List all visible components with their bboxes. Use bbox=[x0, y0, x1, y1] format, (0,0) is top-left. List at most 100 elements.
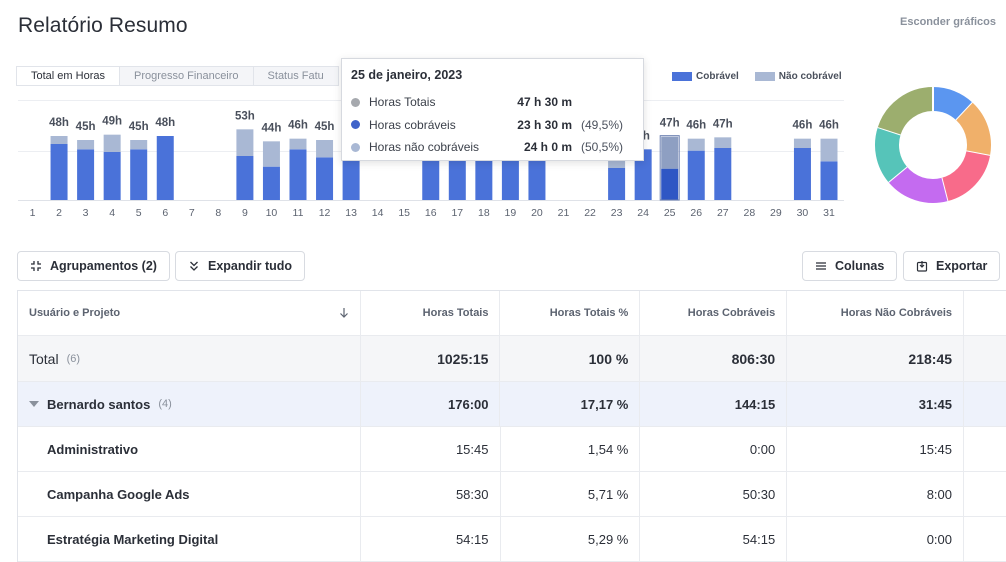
spacer-cell bbox=[964, 427, 1006, 471]
bar-total-label: 46h bbox=[686, 120, 706, 132]
x-tick-label: 11 bbox=[293, 207, 304, 219]
x-tick-label: 21 bbox=[558, 207, 570, 219]
x-tick-label: 10 bbox=[266, 207, 278, 219]
total-hours-cell: 54:15 bbox=[361, 517, 501, 561]
chart-legend: Cobrável Não cobrável bbox=[672, 71, 858, 82]
billable-hours-cell: 144:15 bbox=[640, 382, 788, 426]
column-header-total-hours-percent[interactable]: Horas Totais % bbox=[500, 291, 641, 335]
tooltip-dot-non-billable bbox=[351, 142, 360, 152]
table-group-row[interactable]: Bernardo santos (4) 176:00 17,17 % 144:1… bbox=[18, 382, 1006, 427]
legend-item-non-billable[interactable]: Não cobrável bbox=[754, 71, 842, 82]
table-row[interactable]: Estratégia Marketing Digital 54:15 5,29 … bbox=[18, 517, 1006, 562]
x-tick-label: 3 bbox=[83, 207, 89, 219]
table-row[interactable]: Campanha Google Ads 58:30 5,71 % 50:30 8… bbox=[18, 472, 1006, 517]
x-tick-label: 15 bbox=[398, 207, 410, 219]
export-icon bbox=[916, 261, 928, 272]
group-label-cell[interactable]: Bernardo santos (4) bbox=[18, 382, 361, 426]
x-tick-label: 28 bbox=[744, 207, 756, 219]
donut-slice[interactable] bbox=[955, 102, 991, 156]
project-name-cell: Estratégia Marketing Digital bbox=[18, 517, 361, 561]
spacer-cell bbox=[964, 336, 1006, 381]
groupings-button[interactable]: Agrupamentos (2) bbox=[17, 251, 170, 281]
bar-total-label: 46h bbox=[819, 120, 839, 132]
non-billable-hours-cell: 0:00 bbox=[787, 517, 965, 561]
bar-total-label: 53h bbox=[235, 110, 255, 122]
bar-total-label: 47h bbox=[660, 118, 680, 130]
bar-non-billable bbox=[820, 138, 838, 162]
table-header-row: Usuário e Projeto Horas Totais Horas Tot… bbox=[18, 291, 1006, 336]
chart-tooltip: 25 de janeiro, 2023 Horas Totais 47 h 30… bbox=[341, 58, 644, 161]
x-tick-label: 4 bbox=[109, 207, 115, 219]
x-tick-label: 9 bbox=[242, 207, 248, 219]
tooltip-row-non-billable: Horas não cobráveis 24 h 0 m (50,5%) bbox=[351, 136, 634, 159]
column-header-non-billable-hours[interactable]: Horas Não Cobráveis bbox=[787, 291, 965, 335]
menu-lines-icon bbox=[816, 262, 826, 270]
non-billable-hours-cell: 218:45 bbox=[787, 336, 965, 381]
billable-hours-cell: 54:15 bbox=[640, 517, 788, 561]
project-name-cell: Administrativo bbox=[18, 427, 361, 471]
bar-non-billable bbox=[687, 138, 705, 151]
non-billable-hours-cell: 15:45 bbox=[787, 427, 965, 471]
x-tick-label: 8 bbox=[215, 207, 221, 219]
sort-arrow-down-icon[interactable] bbox=[339, 307, 349, 319]
total-label-cell: Total (6) bbox=[18, 336, 361, 381]
hours-donut-chart bbox=[875, 87, 991, 203]
donut-slice[interactable] bbox=[932, 87, 973, 121]
table-row[interactable]: Administrativo 15:45 1,54 % 0:00 15:45 bbox=[18, 427, 1006, 472]
expand-all-button[interactable]: Expandir tudo bbox=[175, 251, 306, 281]
donut-slice[interactable] bbox=[940, 150, 990, 202]
bar-total-label: 48h bbox=[155, 117, 175, 129]
columns-button[interactable]: Colunas bbox=[802, 251, 898, 281]
x-tick-label: 18 bbox=[478, 207, 490, 219]
bar-total-label: 48h bbox=[49, 117, 69, 129]
export-button[interactable]: Exportar bbox=[903, 251, 1001, 281]
tooltip-label: Horas não cobráveis bbox=[369, 140, 480, 155]
bar-billable bbox=[289, 149, 307, 200]
bar-non-billable bbox=[236, 129, 254, 156]
bar-non-billable bbox=[793, 138, 811, 148]
bar-billable bbox=[820, 161, 838, 200]
page-title: Relatório Resumo bbox=[18, 14, 188, 37]
total-hours-percent-cell: 1,54 % bbox=[501, 427, 641, 471]
non-billable-hours-cell: 8:00 bbox=[787, 472, 965, 516]
donut-slice[interactable] bbox=[875, 127, 908, 182]
x-tick-label: 14 bbox=[372, 207, 384, 219]
bar-total-label: 45h bbox=[76, 121, 96, 133]
bar-non-billable bbox=[714, 137, 732, 148]
column-header-user-project[interactable]: Usuário e Projeto bbox=[18, 291, 361, 335]
tab-total-hours[interactable]: Total em Horas bbox=[16, 66, 120, 86]
column-header-billable-hours[interactable]: Horas Cobráveis bbox=[640, 291, 788, 335]
column-header-total-hours[interactable]: Horas Totais bbox=[361, 291, 501, 335]
x-tick-label: 23 bbox=[611, 207, 623, 219]
total-hours-cell: 58:30 bbox=[361, 472, 501, 516]
bar-total-label: 49h bbox=[102, 116, 122, 128]
tab-billing-status[interactable]: Status Fatu bbox=[252, 66, 339, 86]
caret-down-icon[interactable] bbox=[29, 401, 39, 407]
hide-charts-link[interactable]: Esconder gráficos bbox=[900, 16, 996, 28]
x-tick-label: 20 bbox=[531, 207, 543, 219]
bar-total-label: 44h bbox=[262, 122, 282, 134]
bar-billable bbox=[661, 168, 679, 200]
donut-slice[interactable] bbox=[888, 166, 948, 203]
columns-label: Colunas bbox=[835, 259, 885, 273]
bar-total-label: 45h bbox=[129, 121, 149, 133]
bar-non-billable bbox=[77, 140, 95, 150]
legend-item-billable[interactable]: Cobrável bbox=[672, 71, 739, 82]
tab-financial-progress[interactable]: Progresso Financeiro bbox=[118, 66, 254, 86]
legend-swatch-non-billable bbox=[754, 72, 775, 81]
billable-hours-cell: 50:30 bbox=[640, 472, 788, 516]
column-header-spacer bbox=[964, 291, 1006, 335]
double-chevron-down-icon bbox=[190, 261, 198, 271]
group-label: Bernardo santos bbox=[47, 396, 151, 412]
x-tick-label: 16 bbox=[425, 207, 437, 219]
spacer-cell bbox=[964, 517, 1006, 561]
x-tick-label: 26 bbox=[690, 207, 702, 219]
x-tick-label: 25 bbox=[664, 207, 676, 219]
bar-non-billable bbox=[50, 136, 68, 144]
x-tick-label: 13 bbox=[345, 207, 357, 219]
bar-non-billable bbox=[289, 138, 307, 150]
total-count: (6) bbox=[66, 352, 81, 365]
tooltip-percent: (49,5%) bbox=[581, 117, 624, 132]
groupings-label: Agrupamentos (2) bbox=[50, 259, 157, 273]
donut-slice[interactable] bbox=[877, 87, 934, 136]
